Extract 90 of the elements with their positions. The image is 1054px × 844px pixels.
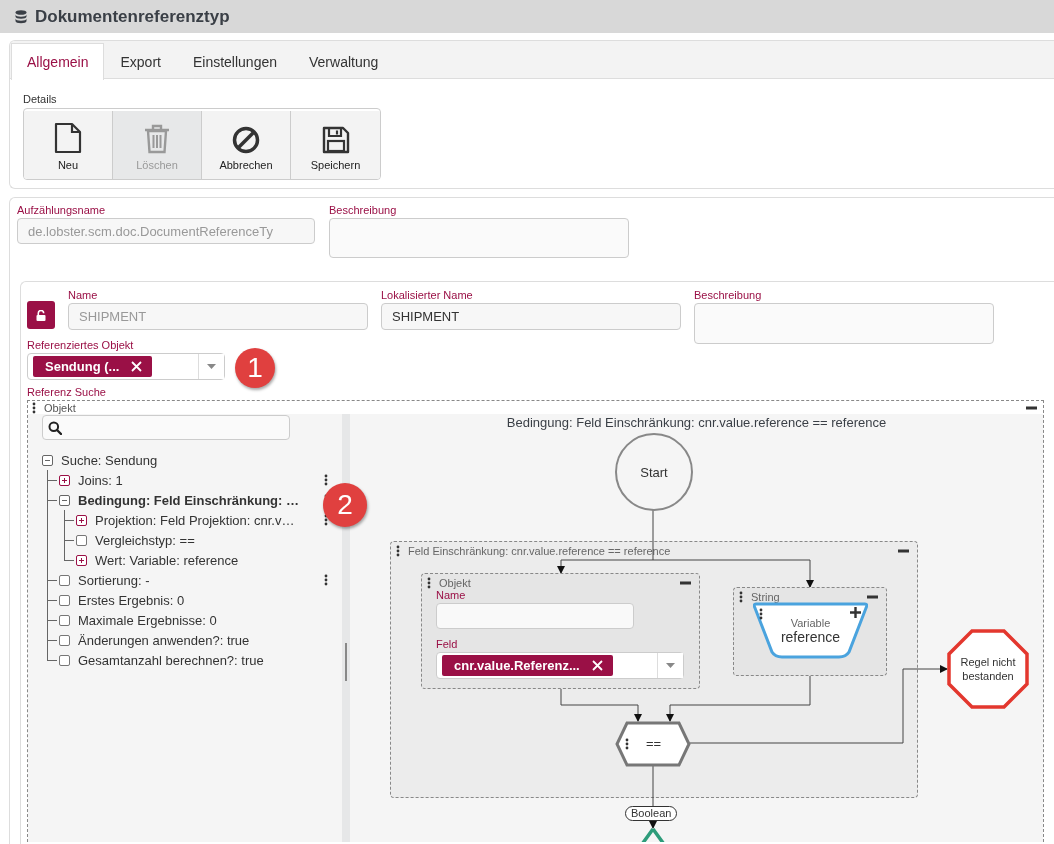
operator-label: ==	[646, 736, 662, 751]
ban-icon	[232, 126, 260, 154]
section-label: Details	[23, 93, 57, 105]
tree-item[interactable]: Bedingung: Feld Einschränkung: …	[78, 492, 316, 508]
node-title: String	[751, 591, 780, 603]
tree-item[interactable]: Erstes Ergebnis: 0	[78, 592, 328, 608]
drag-handle-icon	[739, 591, 743, 603]
drag-handle-icon	[427, 577, 431, 589]
leaf-icon	[59, 634, 70, 646]
tab[interactable]: Verwaltung	[293, 43, 395, 79]
page-title: Dokumentenreferenztyp	[35, 6, 230, 27]
minimize-icon[interactable]	[867, 595, 878, 599]
node-title: Objekt	[439, 577, 471, 589]
lock-button[interactable]	[27, 301, 55, 329]
name-field[interactable]	[436, 603, 634, 629]
drag-handle-icon	[32, 402, 36, 414]
tree-item[interactable]: Joins: 1	[78, 472, 316, 488]
expand-icon[interactable]	[59, 474, 70, 486]
leaf-icon	[59, 594, 70, 606]
tab[interactable]: Export	[104, 43, 177, 79]
caret-icon[interactable]	[666, 663, 675, 668]
drag-handle-icon	[759, 608, 763, 620]
minimize-icon[interactable]	[680, 581, 691, 585]
tree-item[interactable]: Projektion: Feld Projektion: cnr.v…	[95, 512, 316, 528]
field-label: Name	[436, 589, 467, 601]
tree-item[interactable]: Suche: Sendung	[61, 452, 328, 468]
lock-open-icon	[36, 309, 46, 321]
tab[interactable]: Einstellungen	[176, 43, 293, 79]
tag-label: Sendung (...	[45, 359, 120, 374]
field-label: Referenziertes Objekt	[27, 339, 135, 351]
search-field[interactable]	[42, 415, 290, 440]
dropdown-button[interactable]	[198, 354, 224, 379]
leaf-icon	[59, 614, 70, 626]
leaf-icon	[59, 654, 70, 666]
callout-badge: 1	[235, 348, 275, 388]
document-icon	[54, 122, 82, 154]
tree-item[interactable]: Gesamtanzahl berechnen?: true	[78, 652, 328, 668]
object-select[interactable]: Sendung (...	[27, 353, 225, 380]
field-label: Feld	[436, 638, 459, 650]
tag-label: cnr.value.Referenz...	[454, 658, 580, 673]
field-label: Referenz Suche	[27, 386, 107, 398]
close-icon[interactable]	[131, 361, 143, 372]
drag-handle-icon	[396, 545, 400, 557]
description-field[interactable]	[694, 303, 994, 344]
tree-item[interactable]: Vergleichstyp: ==	[95, 532, 328, 548]
minimize-icon[interactable]	[1026, 406, 1037, 410]
drag-handle-icon	[625, 738, 629, 750]
more-icon[interactable]	[324, 574, 328, 586]
close-icon[interactable]	[591, 660, 603, 671]
plus-icon[interactable]	[850, 607, 861, 618]
leaf-icon	[59, 574, 70, 586]
toolbar-button[interactable]: Abbrechen	[202, 111, 291, 179]
node-label: Variable	[790, 617, 831, 629]
expand-icon[interactable]	[76, 554, 87, 566]
selected-tag[interactable]: cnr.value.Referenz...	[442, 655, 613, 676]
panel-title: Objekt	[44, 402, 76, 414]
toolbar-button[interactable]: Neu	[24, 111, 113, 179]
toolbar-button[interactable]: Speichern	[291, 111, 380, 179]
field-label: Beschreibung	[694, 289, 763, 301]
description-field[interactable]	[329, 218, 629, 258]
connector	[649, 819, 657, 829]
tree-item[interactable]: Wert: Variable: reference	[95, 552, 328, 568]
output-label: Boolean	[625, 806, 678, 821]
field-label: Beschreibung	[329, 204, 398, 216]
text-field[interactable]: SHIPMENT	[381, 303, 681, 330]
tree-item[interactable]: Sortierung: -	[78, 572, 316, 588]
tree-item[interactable]: Maximale Ergebnisse: 0	[78, 612, 328, 628]
leaf-icon	[76, 534, 87, 546]
more-icon[interactable]	[324, 474, 328, 486]
node-label: Regel nicht bestanden	[959, 655, 1017, 683]
node-value: reference	[780, 629, 841, 645]
dropdown-button[interactable]	[657, 653, 683, 678]
collapse-icon[interactable]	[42, 454, 53, 466]
field-label: Name	[68, 289, 99, 301]
tree-item[interactable]: Änderungen anwenden?: true	[78, 632, 328, 648]
selected-tag[interactable]: Sendung (...	[33, 356, 153, 377]
collapse-icon[interactable]	[59, 494, 70, 506]
field-label: Lokalisierter Name	[381, 289, 474, 301]
minimize-icon[interactable]	[898, 549, 909, 553]
diagram-title: Bedingung: Feld Einschränkung: cnr.value.reference == reference	[505, 415, 888, 430]
field-select[interactable]: cnr.value.Referenz...	[436, 652, 684, 679]
start-node: Start	[615, 433, 693, 511]
search-icon	[48, 420, 62, 435]
database-icon	[15, 9, 27, 24]
caret-icon[interactable]	[207, 364, 216, 369]
trash-icon	[144, 124, 170, 154]
connector	[652, 765, 654, 807]
field-label: Aufzählungsname	[17, 204, 107, 216]
expand-icon[interactable]	[76, 514, 87, 526]
tab[interactable]: Allgemein	[11, 43, 105, 80]
